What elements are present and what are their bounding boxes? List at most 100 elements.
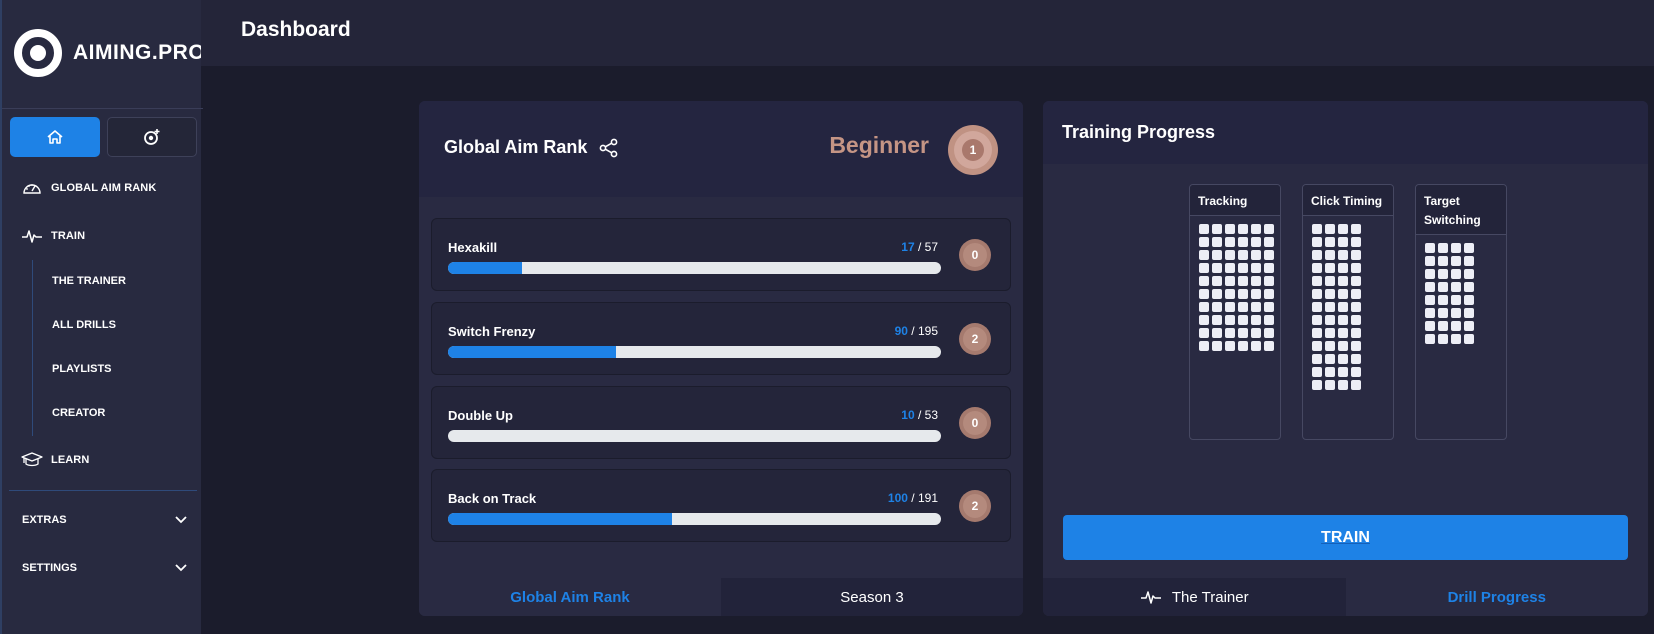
drill-cell[interactable] <box>1312 328 1322 338</box>
drill-cell[interactable] <box>1199 289 1209 299</box>
sidebar-subitem-all-drills[interactable]: ALL DRILLS <box>52 319 116 331</box>
drill-cell[interactable] <box>1212 224 1222 234</box>
drill-cell[interactable] <box>1351 237 1361 247</box>
drill-cell[interactable] <box>1438 282 1448 292</box>
drill-cell[interactable] <box>1351 341 1361 351</box>
drill-cell[interactable] <box>1225 237 1235 247</box>
drill-row[interactable]: Switch Frenzy 90 / 195 2 <box>431 302 1011 375</box>
drill-cell[interactable] <box>1351 354 1361 364</box>
drill-cell[interactable] <box>1438 269 1448 279</box>
drill-cell[interactable] <box>1325 380 1335 390</box>
drill-cell[interactable] <box>1464 321 1474 331</box>
drill-cell[interactable] <box>1212 289 1222 299</box>
drill-cell[interactable] <box>1325 289 1335 299</box>
drill-cell[interactable] <box>1351 315 1361 325</box>
drill-cell[interactable] <box>1238 302 1248 312</box>
drill-cell[interactable] <box>1351 367 1361 377</box>
drill-cell[interactable] <box>1464 334 1474 344</box>
drill-cell[interactable] <box>1351 380 1361 390</box>
share-button[interactable] <box>599 138 619 158</box>
drill-cell[interactable] <box>1212 263 1222 273</box>
tab-season-3[interactable]: Season 3 <box>721 578 1023 616</box>
drill-cell[interactable] <box>1425 282 1435 292</box>
drill-cell[interactable] <box>1264 237 1274 247</box>
drill-cell[interactable] <box>1351 276 1361 286</box>
drill-cell[interactable] <box>1325 276 1335 286</box>
sidebar-item-global-aim-rank[interactable]: GLOBAL AIM RANK <box>21 180 156 196</box>
drill-cell[interactable] <box>1438 308 1448 318</box>
drill-cell[interactable] <box>1338 341 1348 351</box>
drill-cell[interactable] <box>1464 243 1474 253</box>
drill-progress-bar[interactable] <box>448 513 941 525</box>
drill-cell[interactable] <box>1225 341 1235 351</box>
drill-row[interactable]: Hexakill 17 / 57 0 <box>431 218 1011 291</box>
drill-cell[interactable] <box>1312 380 1322 390</box>
drill-cell[interactable] <box>1451 308 1461 318</box>
drill-cell[interactable] <box>1338 328 1348 338</box>
drill-cell[interactable] <box>1212 328 1222 338</box>
sidebar-section-settings[interactable]: SETTINGS <box>22 562 187 574</box>
drill-cell[interactable] <box>1325 367 1335 377</box>
drill-cell[interactable] <box>1425 321 1435 331</box>
drill-cell[interactable] <box>1225 302 1235 312</box>
drill-cell[interactable] <box>1338 224 1348 234</box>
drill-cell[interactable] <box>1251 302 1261 312</box>
drill-cell[interactable] <box>1425 308 1435 318</box>
drill-cell[interactable] <box>1251 237 1261 247</box>
drill-cell[interactable] <box>1338 276 1348 286</box>
drill-cell[interactable] <box>1312 250 1322 260</box>
drill-cell[interactable] <box>1251 328 1261 338</box>
drill-cell[interactable] <box>1438 334 1448 344</box>
drill-cell[interactable] <box>1212 341 1222 351</box>
drill-cell[interactable] <box>1425 334 1435 344</box>
train-button[interactable]: TRAIN <box>1063 515 1628 560</box>
drill-cell[interactable] <box>1264 289 1274 299</box>
drill-cell[interactable] <box>1425 269 1435 279</box>
drill-cell[interactable] <box>1225 276 1235 286</box>
drill-cell[interactable] <box>1251 276 1261 286</box>
drill-cell[interactable] <box>1251 224 1261 234</box>
drill-cell[interactable] <box>1238 224 1248 234</box>
tab-drill-progress[interactable]: Drill Progress <box>1345 578 1648 616</box>
drill-cell[interactable] <box>1199 237 1209 247</box>
drill-cell[interactable] <box>1438 256 1448 266</box>
drill-cell[interactable] <box>1238 341 1248 351</box>
drill-cell[interactable] <box>1451 282 1461 292</box>
drill-cell[interactable] <box>1225 224 1235 234</box>
drill-cell[interactable] <box>1212 250 1222 260</box>
drill-cell[interactable] <box>1238 250 1248 260</box>
drill-cell[interactable] <box>1225 263 1235 273</box>
drill-progress-bar[interactable] <box>448 430 941 442</box>
drill-cell[interactable] <box>1451 295 1461 305</box>
drill-cell[interactable] <box>1264 315 1274 325</box>
drill-cell[interactable] <box>1325 250 1335 260</box>
drill-cell[interactable] <box>1464 295 1474 305</box>
drill-cell[interactable] <box>1312 289 1322 299</box>
drill-row[interactable]: Back on Track 100 / 191 2 <box>431 469 1011 542</box>
drill-cell[interactable] <box>1199 250 1209 260</box>
drill-cell[interactable] <box>1338 263 1348 273</box>
drill-cell[interactable] <box>1325 263 1335 273</box>
drill-cell[interactable] <box>1464 269 1474 279</box>
drill-cell[interactable] <box>1338 367 1348 377</box>
sidebar-subitem-playlists[interactable]: PLAYLISTS <box>52 363 112 375</box>
drill-cell[interactable] <box>1338 315 1348 325</box>
drill-cell[interactable] <box>1199 224 1209 234</box>
drill-cell[interactable] <box>1199 341 1209 351</box>
drill-cell[interactable] <box>1312 315 1322 325</box>
drill-cell[interactable] <box>1338 237 1348 247</box>
drill-cell[interactable] <box>1251 341 1261 351</box>
drill-cell[interactable] <box>1451 334 1461 344</box>
tab-global-aim-rank[interactable]: Global Aim Rank <box>419 578 721 616</box>
drill-cell[interactable] <box>1451 243 1461 253</box>
drill-cell[interactable] <box>1225 315 1235 325</box>
drill-cell[interactable] <box>1312 341 1322 351</box>
drill-cell[interactable] <box>1325 328 1335 338</box>
home-button[interactable] <box>10 117 100 157</box>
drill-cell[interactable] <box>1251 263 1261 273</box>
drill-cell[interactable] <box>1264 263 1274 273</box>
drill-cell[interactable] <box>1464 282 1474 292</box>
drill-cell[interactable] <box>1225 328 1235 338</box>
drill-cell[interactable] <box>1351 250 1361 260</box>
drill-cell[interactable] <box>1351 328 1361 338</box>
